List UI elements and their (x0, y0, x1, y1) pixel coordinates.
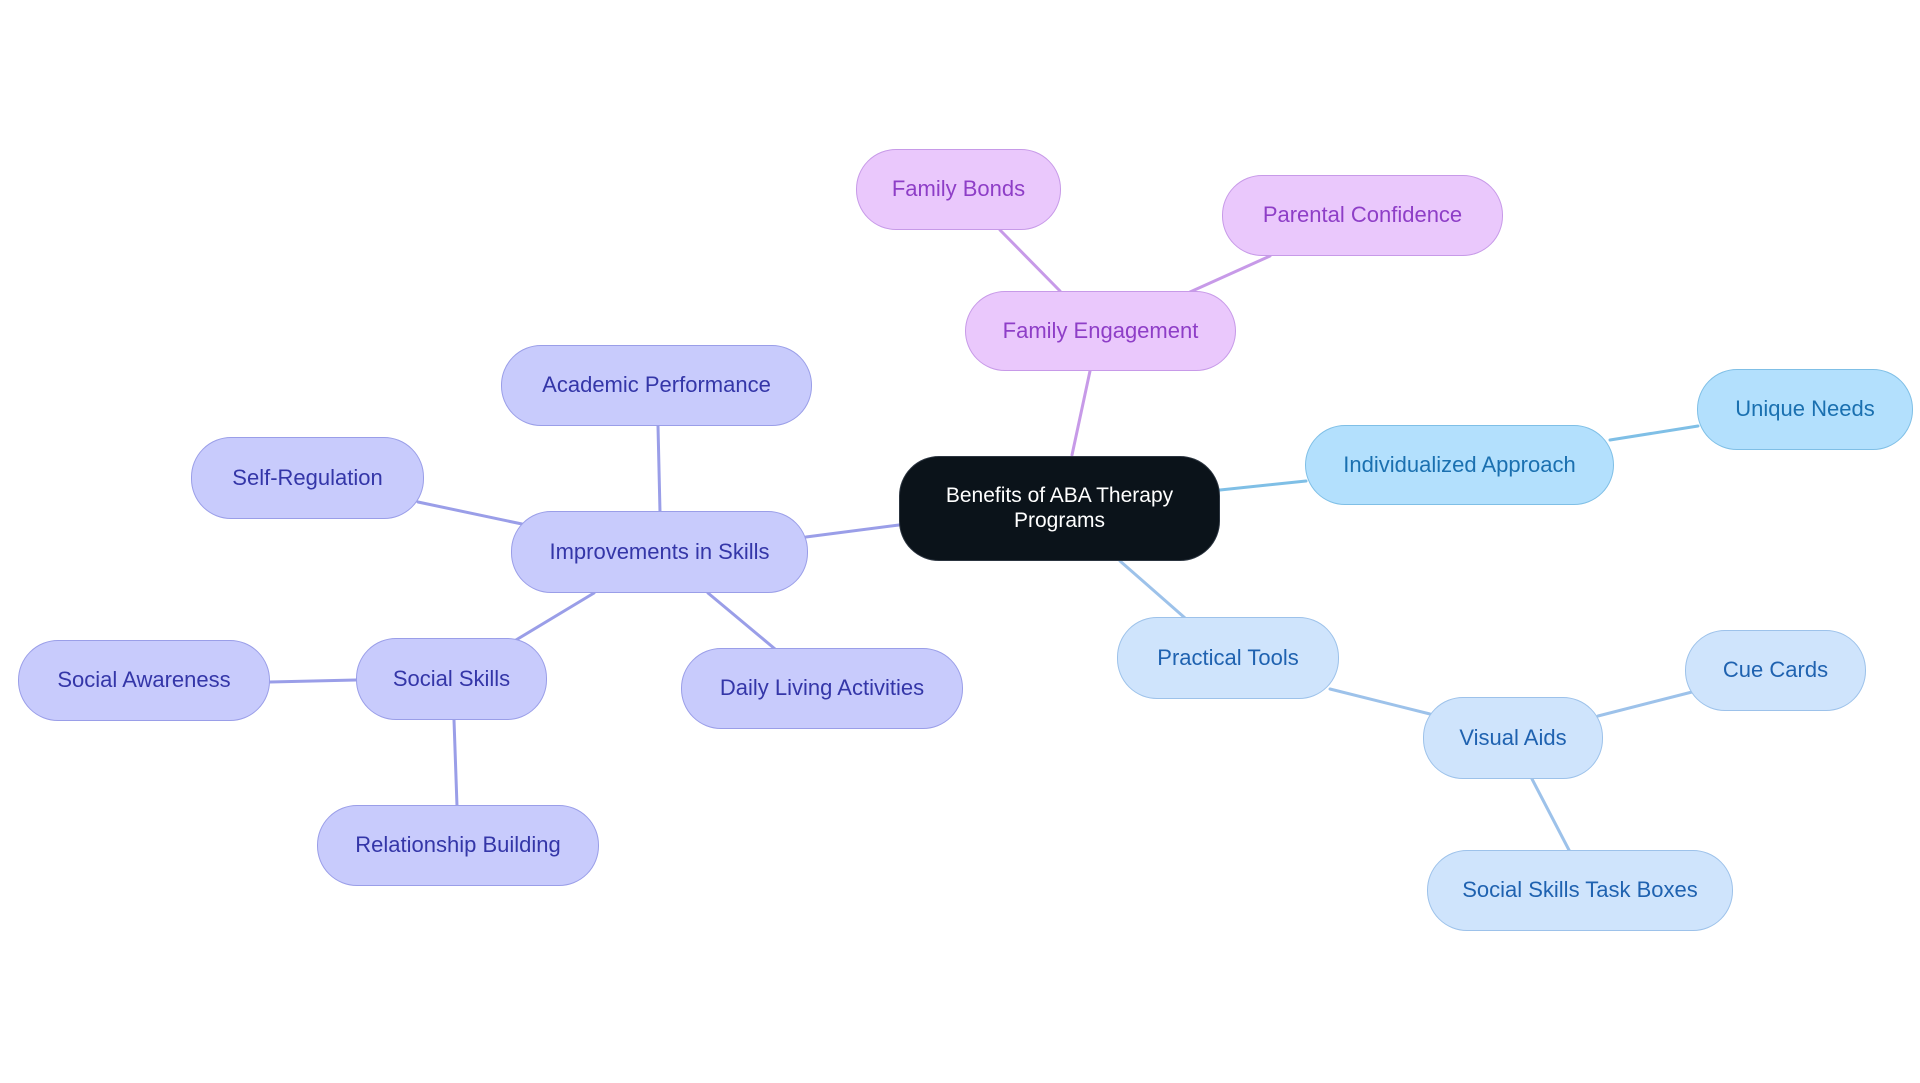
node-label: Practical Tools (1157, 644, 1299, 670)
node-social-skills-task-boxes[interactable]: Social Skills Task Boxes (1427, 850, 1733, 931)
node-family-engagement[interactable]: Family Engagement (965, 291, 1236, 371)
edge-improvements-in-skills-to-self-regulation (416, 500, 524, 526)
node-relationship-building[interactable]: Relationship Building (317, 805, 599, 886)
node-label: Unique Needs (1735, 396, 1875, 422)
node-unique-needs[interactable]: Unique Needs (1697, 369, 1913, 450)
edge-social-skills-to-relationship-building (452, 718, 459, 808)
edge-root-to-individualized-approach (1218, 479, 1308, 492)
edge-improvements-in-skills-to-social-skills (514, 591, 596, 642)
edge-visual-aids-to-social-skills-task-boxes (1530, 777, 1572, 854)
node-label: Parental Confidence (1262, 202, 1463, 228)
node-label: Social Skills Task Boxes (1462, 877, 1698, 903)
node-label: Family Bonds (891, 176, 1026, 202)
node-improvements-in-skills[interactable]: Improvements in Skills (511, 511, 808, 593)
edge-root-to-family-engagement (1070, 369, 1092, 457)
node-social-skills[interactable]: Social Skills (356, 638, 547, 720)
node-daily-living-activities[interactable]: Daily Living Activities (681, 648, 963, 729)
edge-root-to-improvements-in-skills (804, 523, 901, 539)
node-practical-tools[interactable]: Practical Tools (1117, 617, 1339, 699)
node-label: Improvements in Skills (549, 538, 770, 564)
node-parental-confidence[interactable]: Parental Confidence (1222, 175, 1503, 256)
edge-social-skills-to-social-awareness (268, 678, 358, 684)
node-label: Social Skills (392, 665, 511, 691)
edge-improvements-in-skills-to-daily-living-activities (706, 591, 777, 651)
node-social-awareness[interactable]: Social Awareness (18, 640, 270, 721)
edge-individualized-approach-to-unique-needs (1608, 424, 1700, 442)
edge-improvements-in-skills-to-academic-performance (656, 424, 662, 514)
edge-root-to-practical-tools (1118, 559, 1187, 620)
node-family-bonds[interactable]: Family Bonds (856, 149, 1061, 230)
edge-visual-aids-to-cue-cards (1596, 690, 1694, 718)
node-label: Cue Cards (1722, 657, 1829, 683)
node-label: Family Engagement (1002, 317, 1199, 343)
node-self-regulation[interactable]: Self-Regulation (191, 437, 424, 519)
root-label-line-1: Benefits of ABA Therapy (945, 484, 1174, 508)
node-cue-cards[interactable]: Cue Cards (1685, 630, 1866, 711)
node-label: Daily Living Activities (719, 675, 925, 701)
edge-family-engagement-to-parental-confidence (1188, 254, 1272, 294)
node-label: Visual Aids (1459, 724, 1567, 750)
node-individualized-approach[interactable]: Individualized Approach (1305, 425, 1614, 505)
node-root[interactable]: Benefits of ABA Therapy Programs (899, 456, 1220, 561)
edge-practical-tools-to-visual-aids (1328, 687, 1432, 716)
node-label: Social Awareness (57, 667, 231, 693)
edge-family-engagement-to-family-bonds (998, 228, 1062, 293)
node-label: Self-Regulation (232, 464, 383, 490)
node-academic-performance[interactable]: Academic Performance (501, 345, 812, 426)
node-visual-aids[interactable]: Visual Aids (1423, 697, 1603, 779)
node-label: Individualized Approach (1343, 451, 1576, 477)
node-label: Relationship Building (355, 832, 561, 858)
node-label: Academic Performance (542, 372, 771, 398)
root-label-line-2: Programs (1013, 508, 1105, 532)
